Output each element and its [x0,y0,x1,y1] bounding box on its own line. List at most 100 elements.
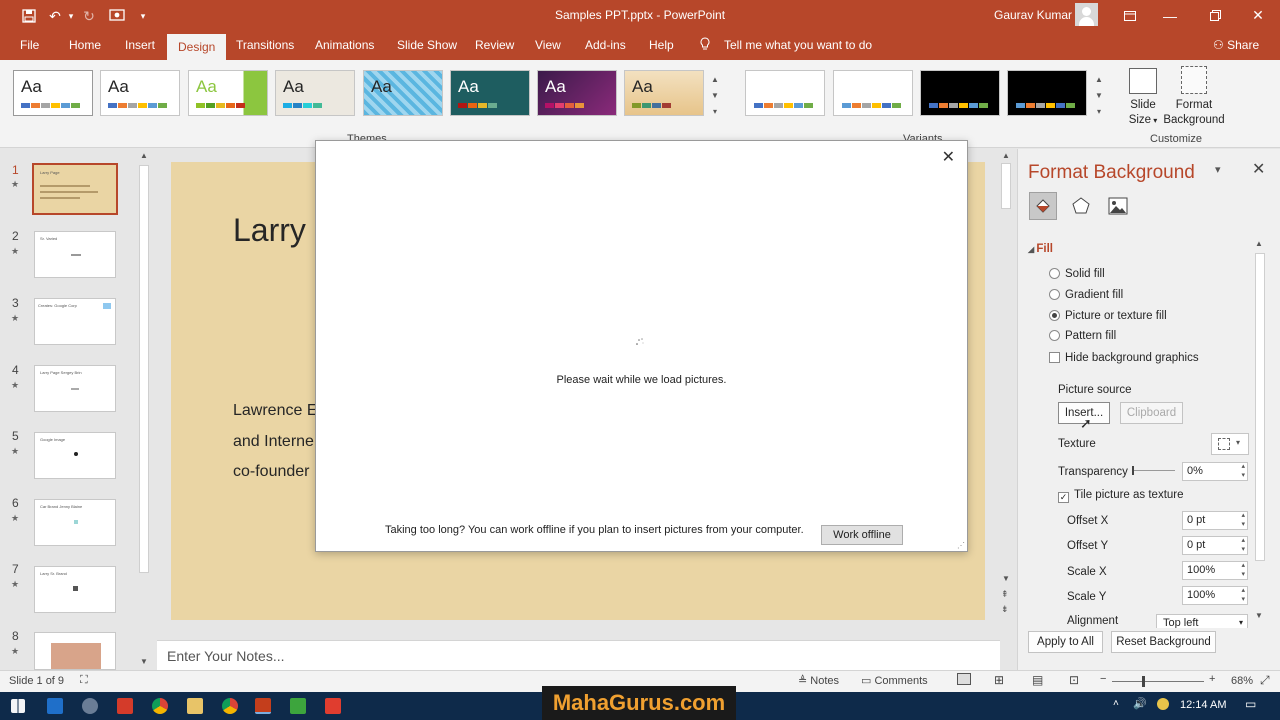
effects-icon[interactable] [1067,192,1095,220]
slide-body-line[interactable]: and Interne [233,433,314,451]
slide-thumbnail-6[interactable]: Car Brand Jenny Blaine [34,499,116,546]
variant-2[interactable] [833,70,913,116]
share-button[interactable]: ⚇ Share [1205,31,1267,60]
tab-help[interactable]: Help [641,31,682,60]
tray-chevron-icon[interactable]: ˄ [1113,698,1119,709]
format-background-button[interactable]: Format Background [1163,66,1225,128]
notification-icon[interactable]: ▭ [1245,697,1256,711]
variants-scroll-down-icon[interactable]: ▼ [1093,88,1105,102]
theme-organic[interactable]: Aa [624,70,704,116]
tab-review[interactable]: Review [467,31,522,60]
tab-add-ins[interactable]: Add-ins [577,31,634,60]
tab-transitions[interactable]: Transitions [228,31,302,60]
slide-body-line[interactable]: co-founder [233,463,310,481]
normal-view-icon[interactable] [957,673,971,685]
apply-to-all-button[interactable]: Apply to All [1028,631,1103,653]
theme-ion-boardroom[interactable]: Aa [537,70,617,116]
variants-more-icon[interactable]: ▾ [1093,104,1105,118]
start-icon[interactable] [11,699,25,713]
tab-animations[interactable]: Animations [307,31,382,60]
close-icon[interactable]: ✕ [1252,159,1265,179]
themes-scroll-down-icon[interactable]: ▼ [709,88,721,102]
user-name[interactable]: Gaurav Kumar [994,8,1072,22]
clipboard-button[interactable]: Clipboard [1120,402,1183,424]
accessibility-icon[interactable]: ⛶ [80,674,88,687]
hide-background-checkbox[interactable]: Hide background graphics [1049,352,1199,364]
zoom-slider[interactable] [1112,676,1204,687]
ribbon-display-options-icon[interactable] [1110,0,1150,31]
transparency-slider[interactable] [1132,466,1175,475]
variant-4[interactable] [1007,70,1087,116]
pattern-fill-radio[interactable]: Pattern fill [1049,330,1116,342]
scroll-up-icon[interactable]: ▲ [1255,239,1263,248]
slideshow-icon[interactable]: ⊡ [1069,673,1079,687]
app-icon[interactable] [82,698,98,714]
volume-icon[interactable]: 🔊 [1133,697,1147,710]
theme-ion[interactable]: Aa [450,70,530,116]
desktop-icon[interactable] [47,698,63,714]
camtasia-icon[interactable] [290,698,306,714]
slide-thumbnail-4[interactable]: Larry Page Sergey Brin [34,365,116,412]
slide-title[interactable]: Larry [233,212,306,249]
previous-slide-icon[interactable]: ⇞ [1001,589,1009,600]
slide-thumbnail-1[interactable]: Larry Page [32,163,118,215]
tray-app-icon[interactable] [1157,698,1169,710]
slider-thumb[interactable] [1142,676,1145,687]
resize-grip-icon[interactable]: ⋰ [957,541,965,550]
variants-scroll-up-icon[interactable]: ▲ [1093,72,1105,86]
slide-sorter-icon[interactable]: ⊞ [994,673,1004,687]
chrome-icon[interactable] [152,698,168,714]
offset-x-input[interactable]: 0 pt [1182,511,1248,530]
scroll-up-icon[interactable]: ▲ [1002,151,1010,160]
scale-y-input[interactable]: 100% [1182,586,1248,605]
alignment-select[interactable]: Top left ▾ [1156,614,1248,628]
scroll-thumb[interactable] [1255,253,1265,561]
chrome-icon[interactable] [222,698,238,714]
slide-thumbnail-3[interactable]: Creates: Google Corp [34,298,116,345]
theme-integral[interactable]: Aa [275,70,355,116]
tab-slide-show[interactable]: Slide Show [389,31,465,60]
tab-file[interactable]: File [12,31,47,60]
minimize-icon[interactable]: — [1150,0,1190,31]
scale-x-input[interactable]: 100% [1182,561,1248,580]
slider-thumb[interactable] [1132,466,1134,475]
theme-office[interactable]: Aa [13,70,93,116]
notes-placeholder[interactable]: Enter Your Notes... [167,648,285,664]
slide-thumbnail-5[interactable]: Google Image [34,432,116,479]
next-slide-icon[interactable]: ⇟ [1001,604,1009,615]
notes-pane[interactable]: Enter Your Notes... [157,640,1000,670]
fill-section-header[interactable]: ◢ Fill [1028,243,1053,255]
offset-y-input[interactable]: 0 pt [1182,536,1248,555]
scroll-down-icon[interactable]: ▼ [140,657,148,666]
picture-icon[interactable] [1104,192,1132,220]
slide-thumbnail-7[interactable]: Larry Sr. Brand [34,566,116,613]
solid-fill-radio[interactable]: Solid fill [1049,268,1105,280]
slide-body-line[interactable]: Lawrence E [233,402,318,420]
transparency-input[interactable]: 0% [1182,462,1248,481]
thumbnail-scrollbar[interactable]: ▲ ▼ [138,149,151,670]
themes-scroll-up-icon[interactable]: ▲ [709,72,721,86]
tab-design[interactable]: Design [167,34,227,60]
file-explorer-icon[interactable] [187,698,203,714]
zoom-level[interactable]: 68% [1231,675,1253,687]
slide-size-button[interactable]: Slide Size ▾ [1122,66,1164,128]
picture-texture-fill-radio[interactable]: Picture or texture fill [1049,310,1167,322]
recorder-icon[interactable] [325,698,341,714]
scroll-up-icon[interactable]: ▲ [140,151,148,160]
close-icon[interactable]: ✕ [1238,0,1278,31]
zoom-in-icon[interactable]: + [1209,673,1215,685]
texture-picker[interactable]: ▾ [1211,433,1249,455]
gradient-fill-radio[interactable]: Gradient fill [1049,289,1123,301]
recorder-icon[interactable] [117,698,133,714]
slide-scrollbar[interactable]: ▲ ▼ ⇞ ⇟ [999,149,1013,619]
tab-insert[interactable]: Insert [117,31,163,60]
comments-button[interactable]: ▭ Comments [861,674,928,687]
variant-3[interactable] [920,70,1000,116]
reading-view-icon[interactable]: ▤ [1032,673,1043,687]
avatar[interactable] [1075,3,1098,26]
notes-button[interactable]: ≜ Notes [798,674,839,687]
scroll-down-icon[interactable]: ▼ [1255,611,1263,620]
slide-thumbnail-2[interactable]: Sr. Varied [34,231,116,278]
clock[interactable]: 12:14 AM [1180,699,1226,711]
powerpoint-icon[interactable] [255,698,271,714]
